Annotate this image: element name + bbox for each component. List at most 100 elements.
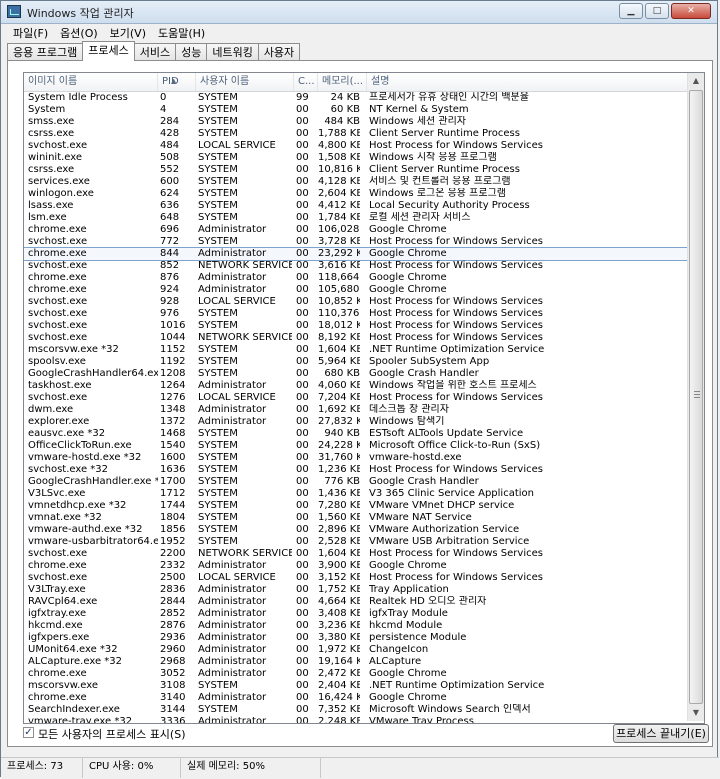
table-row[interactable]: V3LTray.exe 2836 Administrator 00 1,752 KB Tr…	[24, 584, 688, 596]
table-row[interactable]: V3LSvc.exe 1712 SYSTEM 00 1,436 KB V3 365 Cli…	[24, 488, 688, 500]
table-row[interactable]: chrome.exe 3052 Administrator 00 2,472 KB Goo…	[24, 668, 688, 680]
table-row-selected[interactable]: chrome.exe 844 Administrator 00 23,292 KB Goo…	[24, 247, 689, 261]
title-bar[interactable]: Windows 작업 관리자 ▁ □ ✕	[1, 1, 717, 24]
table-row[interactable]: UMonit64.exe *32 2960 Administrator 00 1,972…	[24, 644, 688, 656]
table-row[interactable]: mscorsvw.exe *32 1152 SYSTEM 00 1,604 KB .NET…	[24, 344, 688, 356]
tab-services[interactable]: 서비스	[133, 43, 177, 61]
close-button[interactable]: ✕	[671, 3, 711, 19]
table-row[interactable]: smss.exe 284 SYSTEM 00 484 KB Windows 세션 관리자	[24, 116, 688, 128]
scroll-down-icon[interactable]: ▼	[688, 705, 704, 721]
table-row[interactable]: explorer.exe 1372 Administrator 00 27,832 KB…	[24, 416, 688, 428]
column-header-description[interactable]: 설명	[367, 73, 688, 91]
tab-performance[interactable]: 성능	[175, 43, 208, 61]
cell-user-name: SYSTEM	[198, 536, 238, 547]
end-process-button[interactable]: 프로세스 끝내기(E)	[613, 724, 709, 743]
table-row[interactable]: chrome.exe 924 Administrator 00 105,680... Go…	[24, 284, 688, 296]
table-row[interactable]: OfficeClickToRun.exe 1540 SYSTEM 00 24,228 K…	[24, 440, 688, 452]
table-row[interactable]: svchost.exe 852 NETWORK SERVICE 00 3,616 KB H…	[24, 260, 688, 272]
table-row[interactable]: svchost.exe 2200 NETWORK SERVICE 00 1,604 KB…	[24, 548, 688, 560]
cell-pid: 1192	[160, 356, 186, 367]
table-row[interactable]: spoolsv.exe 1192 SYSTEM 00 5,964 KB Spooler S…	[24, 356, 688, 368]
tab-users[interactable]: 사용자	[257, 43, 301, 61]
column-header-user-name[interactable]: 사용자 이름	[196, 73, 294, 91]
column-header-pid[interactable]: PID ▲	[158, 73, 196, 91]
tab-applications[interactable]: 응용 프로그램	[7, 43, 84, 61]
table-row[interactable]: svchost.exe 772 SYSTEM 00 3,728 KB Host Proce…	[24, 236, 688, 248]
table-row[interactable]: SearchIndexer.exe 3144 SYSTEM 00 7,352 KB Mic…	[24, 704, 688, 716]
table-row[interactable]: svchost.exe 1276 LOCAL SERVICE 00 7,204 KB Ho…	[24, 392, 688, 404]
cell-image-name: RAVCpl64.exe	[28, 596, 98, 607]
column-header-cpu[interactable]: C...	[294, 73, 318, 91]
table-row[interactable]: svchost.exe 484 LOCAL SERVICE 00 4,800 KB Hos…	[24, 140, 688, 152]
scroll-up-icon[interactable]: ▲	[688, 73, 704, 89]
table-row[interactable]: vmware-authd.exe *32 1856 SYSTEM 00 2,896 KB…	[24, 524, 688, 536]
cell-description: Host Process for Windows Services	[369, 392, 543, 403]
table-row[interactable]: csrss.exe 552 SYSTEM 00 10,816 KB Client Serv…	[24, 164, 688, 176]
cell-image-name: vmware-authd.exe *32	[28, 524, 143, 535]
process-list-header: 이미지 이름 PID ▲ 사용자 이름 C... 메모리(... 설명	[24, 73, 688, 92]
table-row[interactable]: lsass.exe 636 SYSTEM 00 4,412 KB Local Securi…	[24, 200, 688, 212]
table-row[interactable]: winlogon.exe 624 SYSTEM 00 2,604 KB Windows 로…	[24, 188, 688, 200]
process-list[interactable]: 이미지 이름 PID ▲ 사용자 이름 C... 메모리(... 설명 Syst…	[23, 72, 705, 724]
cell-user-name: LOCAL SERVICE	[198, 140, 276, 151]
cell-memory: 3,380 KB	[318, 632, 360, 643]
cell-pid: 976	[160, 308, 180, 319]
table-row[interactable]: hkcmd.exe 2876 Administrator 00 3,236 KB hkcm…	[24, 620, 688, 632]
table-row[interactable]: taskhost.exe 1264 Administrator 00 4,060 KB W…	[24, 380, 688, 392]
table-row[interactable]: RAVCpl64.exe 2844 Administrator 00 4,664 KB R…	[24, 596, 688, 608]
table-row[interactable]: System 4 SYSTEM 00 60 KB NT Kernel & System	[24, 104, 688, 116]
table-row[interactable]: svchost.exe *32 1636 SYSTEM 00 1,236 KB Host …	[24, 464, 688, 476]
table-row[interactable]: igfxpers.exe 2936 Administrator 00 3,380 KB p…	[24, 632, 688, 644]
table-row[interactable]: svchost.exe 2500 LOCAL SERVICE 00 3,152 KB Ho…	[24, 572, 688, 584]
menu-view[interactable]: 보기(V)	[104, 23, 152, 41]
vertical-scrollbar[interactable]: ▲ ▼	[687, 73, 704, 721]
table-row[interactable]: csrss.exe 428 SYSTEM 00 1,788 KB Client Serve…	[24, 128, 688, 140]
cell-memory: 2,528 KB	[318, 536, 360, 547]
cell-user-name: SYSTEM	[198, 488, 238, 499]
table-row[interactable]: svchost.exe 976 SYSTEM 00 110,376... Host Pro…	[24, 308, 688, 320]
table-row[interactable]: chrome.exe 3140 Administrator 00 16,424 KB Go…	[24, 692, 688, 704]
cell-image-name: igfxpers.exe	[28, 632, 90, 643]
menu-file[interactable]: 파일(F)	[7, 23, 54, 41]
table-row[interactable]: svchost.exe 1044 NETWORK SERVICE 00 8,192 KB…	[24, 332, 688, 344]
cell-pid: 844	[160, 248, 180, 259]
minimize-button[interactable]: ▁	[619, 3, 643, 19]
menu-options[interactable]: 옵션(O)	[54, 23, 103, 41]
table-row[interactable]: vmnetdhcp.exe *32 1744 SYSTEM 00 7,280 KB VMw…	[24, 500, 688, 512]
table-row[interactable]: vmware-usbarbitrator64.exe 1952 SYSTEM 00 2,…	[24, 536, 688, 548]
table-row[interactable]: chrome.exe 2332 Administrator 00 3,900 KB Goo…	[24, 560, 688, 572]
show-all-users-label[interactable]: 모든 사용자의 프로세스 표시(S)	[38, 726, 186, 742]
table-row[interactable]: vmware-tray.exe *32 3336 Administrator 00 2,…	[24, 716, 688, 723]
table-row[interactable]: services.exe 600 SYSTEM 00 4,128 KB 서비스 및 컨트롤…	[24, 176, 688, 188]
table-row[interactable]: GoogleCrashHandler.exe *32 1700 SYSTEM 00 77…	[24, 476, 688, 488]
table-row[interactable]: ALCapture.exe *32 2968 Administrator 00 19,1…	[24, 656, 688, 668]
maximize-button[interactable]: □	[645, 3, 669, 19]
cell-user-name: Administrator	[198, 284, 267, 295]
column-header-memory[interactable]: 메모리(...	[318, 73, 367, 91]
table-row[interactable]: chrome.exe 876 Administrator 00 118,664... Go…	[24, 272, 688, 284]
table-row[interactable]: svchost.exe 1016 SYSTEM 00 18,012 KB Host Pro…	[24, 320, 688, 332]
table-row[interactable]: eausvc.exe *32 1468 SYSTEM 00 940 KB ESTsoft …	[24, 428, 688, 440]
table-row[interactable]: svchost.exe 928 LOCAL SERVICE 00 10,852 KB Ho…	[24, 296, 688, 308]
table-row[interactable]: System Idle Process 0 SYSTEM 99 24 KB 프로세서가 유…	[24, 92, 688, 104]
cell-memory: 1,236 KB	[318, 464, 360, 475]
cell-pid: 484	[160, 140, 180, 151]
scroll-thumb[interactable]	[689, 90, 703, 704]
tab-networking[interactable]: 네트워킹	[206, 43, 259, 61]
show-all-users-checkbox[interactable]: ✓	[23, 727, 34, 738]
cell-image-name: svchost.exe	[28, 392, 88, 403]
cell-memory: 24,228 KB	[318, 440, 360, 451]
table-row[interactable]: vmware-hostd.exe *32 1600 SYSTEM 00 31,760 K…	[24, 452, 688, 464]
table-row[interactable]: mscorsvw.exe 3108 SYSTEM 00 2,404 KB .NET Run…	[24, 680, 688, 692]
table-row[interactable]: GoogleCrashHandler64.exe 1208 SYSTEM 00 680 …	[24, 368, 688, 380]
menu-help[interactable]: 도움말(H)	[152, 23, 211, 41]
tab-processes[interactable]: 프로세스	[82, 41, 135, 61]
table-row[interactable]: chrome.exe 696 Administrator 00 106,028... Go…	[24, 224, 688, 236]
table-row[interactable]: igfxtray.exe 2852 Administrator 00 3,408 KB i…	[24, 608, 688, 620]
table-row[interactable]: vmnat.exe *32 1804 SYSTEM 00 1,560 KB VMware …	[24, 512, 688, 524]
cell-user-name: LOCAL SERVICE	[198, 296, 276, 307]
table-row[interactable]: lsm.exe 648 SYSTEM 00 1,784 KB 로컬 세션 관리자 서비스	[24, 212, 688, 224]
table-row[interactable]: wininit.exe 508 SYSTEM 00 1,508 KB Windows 시작…	[24, 152, 688, 164]
column-header-image-name[interactable]: 이미지 이름	[24, 73, 158, 91]
table-row[interactable]: dwm.exe 1348 Administrator 00 1,692 KB 데스크톱 창…	[24, 404, 688, 416]
